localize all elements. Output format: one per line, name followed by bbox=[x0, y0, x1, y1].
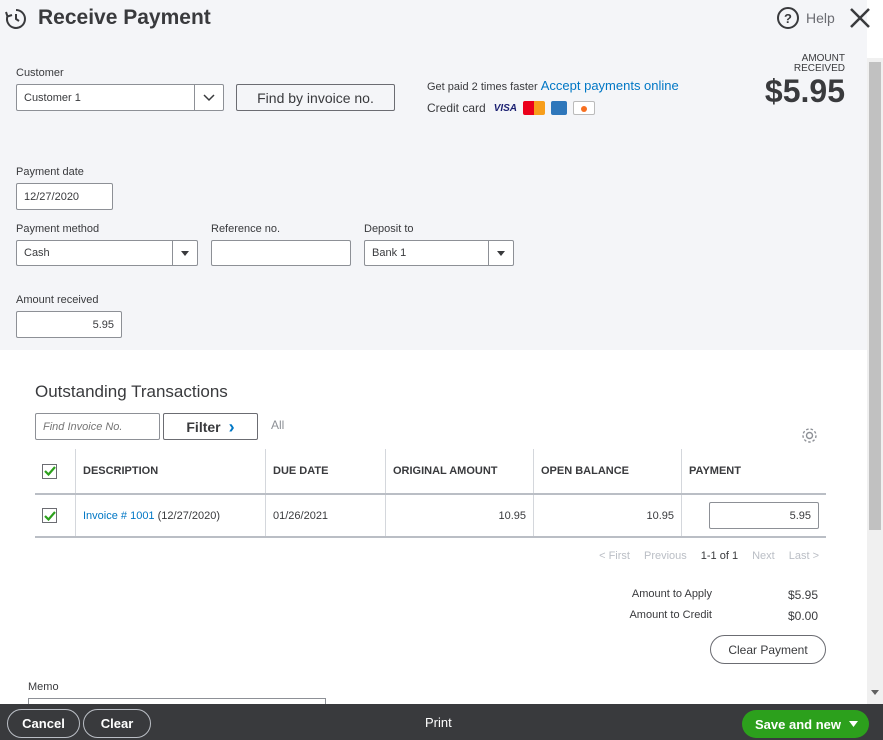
amount-received-label: Amount received bbox=[16, 294, 99, 306]
table-header-row: DESCRIPTION DUE DATE ORIGINAL AMOUNT OPE… bbox=[35, 449, 826, 495]
help-label: Help bbox=[806, 10, 835, 26]
col-payment[interactable]: PAYMENT bbox=[681, 449, 826, 495]
promo-text: Get paid 2 times faster bbox=[427, 81, 538, 93]
pager-next[interactable]: Next bbox=[752, 550, 775, 562]
gear-icon[interactable] bbox=[801, 427, 818, 444]
deposit-to-select[interactable]: Bank 1 bbox=[364, 240, 514, 266]
col-description[interactable]: DESCRIPTION bbox=[75, 449, 266, 495]
close-icon[interactable] bbox=[846, 4, 874, 32]
row-payment-input[interactable]: 5.95 bbox=[709, 502, 819, 529]
col-original-amount[interactable]: ORIGINAL AMOUNT bbox=[385, 449, 534, 495]
row-description: Invoice # 1001 (12/27/2020) bbox=[75, 494, 266, 538]
save-and-new-button[interactable]: Save and new bbox=[742, 710, 869, 738]
amount-to-credit-value: $0.00 bbox=[787, 609, 818, 623]
amount-to-apply-label: Amount to Apply bbox=[631, 588, 712, 600]
accept-payments-link[interactable]: Accept payments online bbox=[541, 78, 679, 93]
chevron-right-icon: › bbox=[228, 416, 235, 437]
select-all-cell bbox=[35, 449, 76, 495]
caret-down-icon bbox=[497, 250, 505, 256]
row-due-date: 01/26/2021 bbox=[265, 494, 386, 538]
payment-date-label: Payment date bbox=[16, 166, 84, 178]
payment-method-dropdown-button[interactable] bbox=[172, 241, 197, 265]
select-all-checkbox[interactable] bbox=[42, 463, 57, 479]
scroll-down-arrow-icon[interactable] bbox=[871, 690, 879, 696]
chevron-down-icon bbox=[203, 93, 215, 101]
discover-icon bbox=[573, 101, 596, 115]
caret-down-icon bbox=[181, 250, 189, 256]
credit-card-row: Credit card VISA bbox=[427, 101, 596, 115]
pager-last[interactable]: Last > bbox=[789, 550, 819, 562]
find-by-invoice-button[interactable]: Find by invoice no. bbox=[236, 84, 395, 111]
page-title: Receive Payment bbox=[38, 6, 211, 29]
help-icon: ? bbox=[777, 7, 799, 29]
pager-previous[interactable]: Previous bbox=[644, 550, 687, 562]
col-due-date[interactable]: DUE DATE bbox=[265, 449, 386, 495]
filter-label: Filter bbox=[186, 418, 221, 435]
row-select-cell bbox=[35, 494, 76, 538]
reference-input[interactable] bbox=[211, 240, 351, 266]
amex-icon bbox=[551, 101, 568, 115]
row-open-balance: 10.95 bbox=[533, 494, 682, 538]
recent-transactions-icon[interactable] bbox=[4, 7, 28, 31]
mastercard-icon bbox=[523, 101, 546, 115]
amount-to-credit-label: Amount to Credit bbox=[629, 609, 712, 621]
customer-value: Customer 1 bbox=[24, 91, 81, 104]
table-row: Invoice # 1001 (12/27/2020) 01/26/2021 1… bbox=[35, 494, 826, 538]
cancel-button[interactable]: Cancel bbox=[7, 709, 80, 738]
amount-to-apply-value: $5.95 bbox=[787, 588, 818, 602]
row-original-amount: 10.95 bbox=[385, 494, 534, 538]
row-checkbox[interactable] bbox=[42, 508, 57, 523]
scrollbar-thumb[interactable] bbox=[869, 62, 881, 530]
row-payment-cell: 5.95 bbox=[681, 494, 826, 538]
invoice-link[interactable]: Invoice # 1001 bbox=[83, 510, 155, 522]
customer-select[interactable]: Customer 1 bbox=[16, 84, 224, 111]
find-invoice-input[interactable] bbox=[35, 413, 160, 440]
caret-down-icon[interactable] bbox=[849, 721, 858, 727]
customer-label: Customer bbox=[16, 67, 64, 79]
outstanding-transactions-title: Outstanding Transactions bbox=[35, 382, 228, 401]
save-and-new-label: Save and new bbox=[755, 716, 841, 732]
checkmark-icon bbox=[43, 510, 56, 521]
checkmark-icon bbox=[43, 466, 56, 476]
pager-first[interactable]: < First bbox=[599, 550, 630, 562]
payment-method-label: Payment method bbox=[16, 223, 100, 235]
payment-method-select[interactable]: Cash bbox=[16, 240, 198, 266]
clear-payment-button[interactable]: Clear Payment bbox=[710, 635, 826, 664]
reference-label: Reference no. bbox=[211, 223, 281, 235]
payment-method-value: Cash bbox=[24, 247, 50, 259]
payments-promo: Get paid 2 times faster Accept payments … bbox=[427, 78, 679, 93]
deposit-to-value: Bank 1 bbox=[372, 247, 407, 259]
col-open-balance[interactable]: OPEN BALANCE bbox=[533, 449, 682, 495]
amount-received-heading: AMOUNT RECEIVED bbox=[794, 54, 845, 74]
filter-all-label: All bbox=[271, 418, 285, 432]
memo-label: Memo bbox=[28, 681, 59, 693]
pager-range: 1-1 of 1 bbox=[700, 550, 739, 562]
deposit-to-dropdown-button[interactable] bbox=[488, 241, 513, 265]
filter-button[interactable]: Filter › bbox=[163, 413, 258, 440]
clear-button[interactable]: Clear bbox=[83, 709, 151, 738]
amount-received-total: $5.95 bbox=[764, 73, 845, 109]
help-button[interactable]: ? Help bbox=[777, 7, 835, 29]
visa-icon: VISA bbox=[493, 102, 518, 114]
outstanding-transactions-table: DESCRIPTION DUE DATE ORIGINAL AMOUNT OPE… bbox=[35, 449, 826, 538]
invoice-date: (12/27/2020) bbox=[154, 509, 220, 522]
pagination: < First Previous 1-1 of 1 Next Last > bbox=[599, 550, 819, 562]
amount-received-input[interactable]: 5.95 bbox=[16, 311, 122, 338]
print-link[interactable]: Print bbox=[425, 715, 452, 730]
form-header-area bbox=[0, 0, 867, 350]
customer-dropdown-button[interactable] bbox=[194, 85, 223, 110]
credit-card-label: Credit card bbox=[427, 101, 486, 115]
deposit-to-label: Deposit to bbox=[364, 223, 414, 235]
payment-date-input[interactable]: 12/27/2020 bbox=[16, 183, 113, 210]
